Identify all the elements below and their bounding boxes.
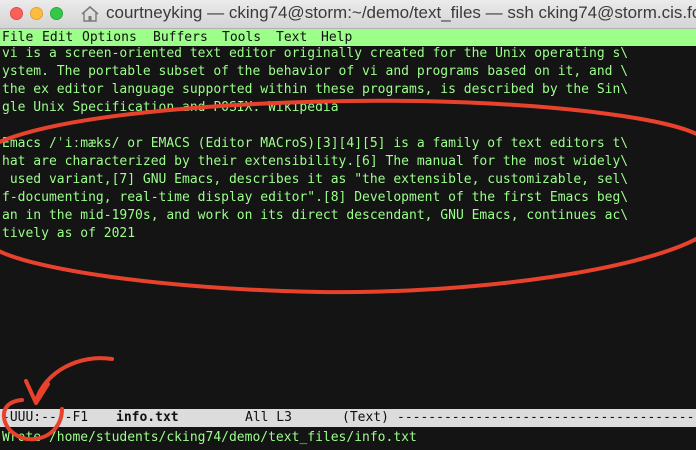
buffer-line: Emacs /ˈiːmæks/ or EMACS (Editor MACroS)…	[2, 136, 629, 151]
modeline-position: All L3	[245, 410, 292, 425]
mode-line: -UUU:----F1 info.txt All L3 (Text) -----…	[0, 409, 696, 427]
echo-area: Wrote /home/students/cking74/demo/text_f…	[2, 430, 417, 445]
menu-edit[interactable]: Edit	[42, 29, 73, 46]
close-button[interactable]	[10, 7, 23, 20]
buffer-line: gle Unix Specification and POSIX. Wikipe…	[2, 100, 339, 115]
window-title: courtneyking — cking74@storm:~/demo/text…	[106, 3, 696, 22]
buffer-line: vi is a screen-oriented text editor orig…	[2, 46, 629, 61]
minimize-button[interactable]	[30, 7, 43, 20]
buffer-line: ystem. The portable subset of the behavi…	[2, 64, 629, 79]
annotation-arrowhead	[24, 379, 50, 405]
modeline-mode: (Text)	[342, 410, 389, 425]
menu-buffers[interactable]: Buffers	[153, 29, 208, 46]
buffer-line: the ex editor language supported within …	[2, 82, 629, 97]
buffer-line: tively as of 2021	[2, 226, 136, 241]
annotation-arrow-curve	[34, 356, 114, 403]
menu-help[interactable]: Help	[321, 29, 352, 46]
modeline-buffer-name: info.txt	[116, 410, 179, 425]
modeline-fill: ----------------------------------------…	[397, 410, 696, 425]
menu-file[interactable]: File	[2, 29, 33, 46]
emacs-menu-bar: File Edit Options Buffers Tools Text Hel…	[0, 29, 696, 46]
buffer-line: used variant,[7] GNU Emacs, describes it…	[2, 172, 629, 187]
menu-text[interactable]: Text	[276, 29, 307, 46]
menu-options[interactable]: Options	[82, 29, 137, 46]
terminal-window: courtneyking — cking74@storm:~/demo/text…	[0, 0, 696, 450]
buffer-line: f-documenting, real-time display editor"…	[2, 190, 629, 205]
home-folder-icon	[81, 5, 99, 22]
emacs-terminal[interactable]: File Edit Options Buffers Tools Text Hel…	[0, 29, 696, 450]
title-bar[interactable]: courtneyking — cking74@storm:~/demo/text…	[0, 0, 696, 29]
buffer-line: hat are characterized by their extensibi…	[2, 154, 629, 169]
zoom-button[interactable]	[50, 7, 63, 20]
buffer-line: an in the mid-1970s, and work on its dir…	[2, 208, 629, 223]
modeline-status: -UUU:----F1	[2, 410, 89, 425]
menu-tools[interactable]: Tools	[222, 29, 261, 46]
